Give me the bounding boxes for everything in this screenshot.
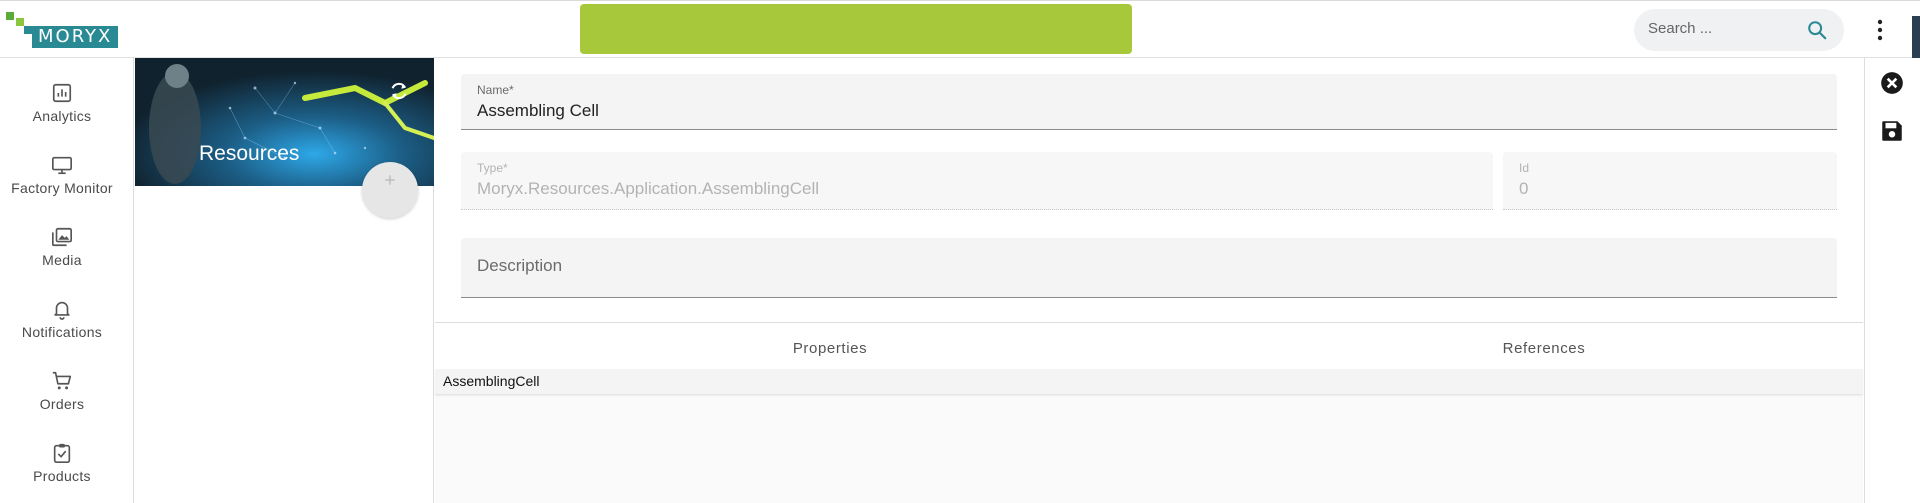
tab-references[interactable]: References — [1459, 340, 1629, 357]
table-row[interactable]: AssemblingCell — [435, 369, 1863, 395]
moryx-logo[interactable]: MORYX — [6, 12, 118, 48]
type-label: Type* — [477, 161, 508, 175]
clipboard-check-icon — [53, 443, 71, 463]
tab-properties[interactable]: Properties — [745, 340, 915, 357]
top-app-bar: MORYX — [0, 0, 1920, 58]
monitor-icon — [52, 156, 72, 175]
sidebar-item-products[interactable]: Products — [0, 428, 124, 500]
media-icon — [52, 227, 72, 247]
sidebar-nav: Analytics Factory Monitor Media Notifica… — [0, 58, 134, 503]
analytics-icon — [52, 83, 72, 103]
more-vert-icon[interactable] — [1870, 17, 1890, 43]
close-circle-icon[interactable] — [1879, 70, 1905, 96]
bell-icon — [54, 301, 70, 320]
sidebar-item-orders[interactable]: Orders — [0, 356, 124, 428]
resources-panel: Resources — [135, 58, 434, 503]
logo-square — [16, 18, 24, 26]
section-divider — [435, 322, 1863, 323]
sidebar-item-label: Media — [42, 252, 82, 268]
type-value: Moryx.Resources.Application.AssemblingCe… — [477, 179, 820, 198]
save-icon[interactable] — [1879, 118, 1905, 144]
name-value: Assembling Cell — [477, 101, 599, 120]
search-input[interactable] — [1648, 20, 1798, 37]
description-placeholder: Description — [477, 256, 563, 275]
logo-square — [24, 26, 32, 34]
type-field: Type* Moryx.Resources.Application.Assemb… — [461, 152, 1493, 210]
resource-details: Name* Assembling Cell Type* Moryx.Resour… — [435, 58, 1863, 503]
id-field: Id 0 — [1503, 152, 1837, 210]
sidebar-item-notifications[interactable]: Notifications — [0, 284, 124, 356]
name-field[interactable]: Name* Assembling Cell — [461, 74, 1837, 130]
row-label: AssemblingCell — [443, 373, 540, 389]
action-rail — [1864, 58, 1920, 503]
sidebar-item-label: Analytics — [32, 108, 92, 124]
sidebar-item-factory-monitor[interactable]: Factory Monitor — [0, 140, 124, 212]
sidebar-item-label: Notifications — [21, 324, 103, 340]
sidebar-item-media[interactable]: Media — [0, 212, 124, 284]
search-box — [1634, 9, 1844, 51]
sidebar-item-label: Orders — [39, 396, 85, 412]
sidebar-item-label: Factory Monitor — [11, 180, 113, 196]
logo-text: MORYX — [32, 26, 118, 48]
id-label: Id — [1519, 161, 1530, 175]
sidebar-item-label: Products — [33, 468, 91, 484]
id-value: 0 — [1519, 179, 1529, 198]
logo-square — [6, 12, 14, 20]
plus-icon — [385, 175, 395, 185]
resources-title: Resources — [199, 142, 300, 165]
cart-icon — [52, 371, 72, 390]
search-icon[interactable] — [1806, 19, 1828, 41]
name-label: Name* — [477, 83, 514, 97]
add-resource-button[interactable] — [362, 162, 418, 218]
description-field[interactable]: Description — [461, 238, 1837, 298]
refresh-icon[interactable] — [388, 80, 410, 102]
notification-banner — [580, 4, 1132, 54]
properties-grid: AssemblingCell — [435, 369, 1863, 503]
sidebar-item-analytics[interactable]: Analytics — [0, 68, 124, 140]
